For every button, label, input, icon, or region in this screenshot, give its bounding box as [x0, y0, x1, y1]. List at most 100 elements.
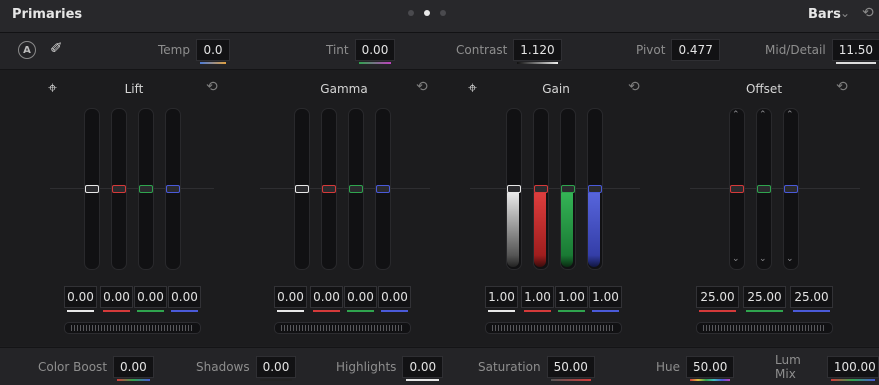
- colorboost-indicator: [117, 379, 150, 381]
- lummix-indicator: [830, 379, 875, 381]
- gamma-y-handle[interactable]: [295, 185, 309, 193]
- pivot-field[interactable]: 0.477: [671, 39, 720, 61]
- auto-balance-icon[interactable]: A: [18, 41, 36, 59]
- lift-g-handle[interactable]: [139, 185, 153, 193]
- shadows-value: 0.00: [262, 360, 290, 374]
- lummix-control: Lum Mix 100.00: [775, 353, 879, 381]
- gamma-y-underline: [277, 310, 304, 312]
- lift-b-handle[interactable]: [166, 185, 180, 193]
- colorboost-field[interactable]: 0.00: [113, 356, 154, 381]
- gamma-reset-icon[interactable]: ⟲: [416, 79, 428, 95]
- lift-y-handle[interactable]: [85, 185, 99, 193]
- lift-b-value[interactable]: 0.00: [168, 286, 201, 312]
- tint-value: 0.00: [361, 43, 389, 57]
- temp-control: Temp 0.0: [158, 38, 230, 64]
- gamma-title: Gamma: [320, 82, 368, 96]
- gamma-y-value[interactable]: 0.00: [274, 286, 307, 312]
- gamma-g-underline: [347, 310, 374, 312]
- lummix-field[interactable]: 100.00: [826, 356, 879, 381]
- gamma-midline: [260, 188, 430, 189]
- page-dot-3[interactable]: [440, 10, 446, 16]
- gamma-y-text: 0.00: [277, 290, 304, 304]
- gain-r-value[interactable]: 1.00: [521, 286, 554, 312]
- saturation-field[interactable]: 50.00: [546, 356, 595, 381]
- offset-r-value[interactable]: 25.00: [696, 286, 739, 312]
- offset-b-down-icon[interactable]: ⌄: [786, 254, 794, 264]
- offset-b-value[interactable]: 25.00: [790, 286, 833, 312]
- temp-indicator: [199, 62, 226, 64]
- shadows-control: Shadows 0.00: [196, 355, 297, 381]
- offset-g-handle[interactable]: [757, 185, 771, 193]
- offset-b-up-icon[interactable]: ⌃: [786, 110, 794, 120]
- gamma-master-wheel[interactable]: [274, 322, 411, 334]
- tint-label: Tint: [326, 43, 349, 57]
- color-picker-icon[interactable]: ✐: [50, 39, 63, 57]
- gain-b-fill: [588, 188, 600, 267]
- lift-master-wheel[interactable]: [64, 322, 201, 334]
- offset-b-handle[interactable]: [784, 185, 798, 193]
- gain-b-value[interactable]: 1.00: [589, 286, 622, 312]
- page-dot-1[interactable]: [408, 10, 414, 16]
- highlights-field[interactable]: 0.00: [402, 356, 444, 381]
- lift-y-value[interactable]: 0.00: [64, 286, 97, 312]
- crosshair-icon[interactable]: ⌖: [48, 78, 57, 98]
- gain-g-handle[interactable]: [561, 185, 575, 193]
- gamma-g-handle[interactable]: [349, 185, 363, 193]
- offset-r-down-icon[interactable]: ⌄: [732, 254, 740, 264]
- lift-r-value[interactable]: 0.00: [100, 286, 133, 312]
- gamma-g-value[interactable]: 0.00: [344, 286, 377, 312]
- offset-g-up-icon[interactable]: ⌃: [759, 110, 767, 120]
- gamma-r-value[interactable]: 0.00: [310, 286, 343, 312]
- offset-g-value[interactable]: 25.00: [743, 286, 786, 312]
- gamma-r-handle[interactable]: [322, 185, 336, 193]
- bottom-params-bar: Color Boost 0.00 Shadows 0.00 Highlights…: [0, 347, 879, 385]
- gain-reset-icon[interactable]: ⟲: [628, 79, 640, 95]
- lift-reset-icon[interactable]: ⟲: [206, 79, 218, 95]
- mode-selector[interactable]: Bars: [808, 7, 841, 22]
- offset-r-up-icon[interactable]: ⌃: [732, 110, 740, 120]
- tint-field[interactable]: 0.00: [354, 39, 396, 64]
- gamma-b-value[interactable]: 0.00: [378, 286, 411, 312]
- gamma-b-handle[interactable]: [376, 185, 390, 193]
- temp-label: Temp: [158, 43, 190, 57]
- gain-master-wheel[interactable]: [485, 322, 622, 334]
- offset-reset-icon[interactable]: ⟲: [836, 79, 848, 95]
- reset-all-icon[interactable]: ⟲: [862, 5, 874, 21]
- lift-g-text: 0.00: [137, 290, 164, 304]
- page-dot-2[interactable]: [424, 10, 430, 16]
- middetail-control: Mid/Detail 11.50: [765, 38, 879, 64]
- hue-indicator: [690, 379, 731, 381]
- lummix-value: 100.00: [833, 360, 876, 374]
- lift-r-text: 0.00: [103, 290, 130, 304]
- gain-y-value[interactable]: 1.00: [485, 286, 518, 312]
- saturation-label: Saturation: [478, 360, 541, 374]
- colorboost-control: Color Boost 0.00: [38, 355, 154, 381]
- contrast-field[interactable]: 1.120: [513, 39, 562, 64]
- lift-y-text: 0.00: [67, 290, 94, 304]
- colorboost-value: 0.00: [120, 360, 147, 374]
- gain-wheel: ⌖ Gain ⟲ 1.00 1.00 1.00 1.00: [440, 70, 660, 346]
- middetail-value: 11.50: [838, 43, 874, 57]
- chevron-down-icon[interactable]: ⌄: [840, 6, 850, 20]
- offset-g-down-icon[interactable]: ⌄: [759, 254, 767, 264]
- gain-y-handle[interactable]: [507, 185, 521, 193]
- gain-b-handle[interactable]: [588, 185, 602, 193]
- shadows-label: Shadows: [196, 360, 250, 374]
- gain-g-fill: [561, 188, 573, 267]
- shadows-field[interactable]: 0.00: [255, 356, 297, 381]
- gain-r-handle[interactable]: [534, 185, 548, 193]
- hue-control: Hue 50.00: [656, 355, 735, 381]
- hue-field[interactable]: 50.00: [686, 356, 735, 381]
- gain-g-value[interactable]: 1.00: [555, 286, 588, 312]
- offset-r-handle[interactable]: [730, 185, 744, 193]
- temp-field[interactable]: 0.0: [195, 39, 230, 64]
- lift-title: Lift: [124, 82, 144, 96]
- highlights-indicator: [406, 379, 440, 381]
- middetail-field[interactable]: 11.50: [831, 39, 879, 64]
- offset-master-wheel[interactable]: [696, 322, 833, 334]
- lift-g-value[interactable]: 0.00: [134, 286, 167, 312]
- lift-r-handle[interactable]: [112, 185, 126, 193]
- offset-title: Offset: [745, 82, 783, 96]
- crosshair-icon[interactable]: ⌖: [468, 78, 477, 98]
- saturation-control: Saturation 50.00: [478, 355, 595, 381]
